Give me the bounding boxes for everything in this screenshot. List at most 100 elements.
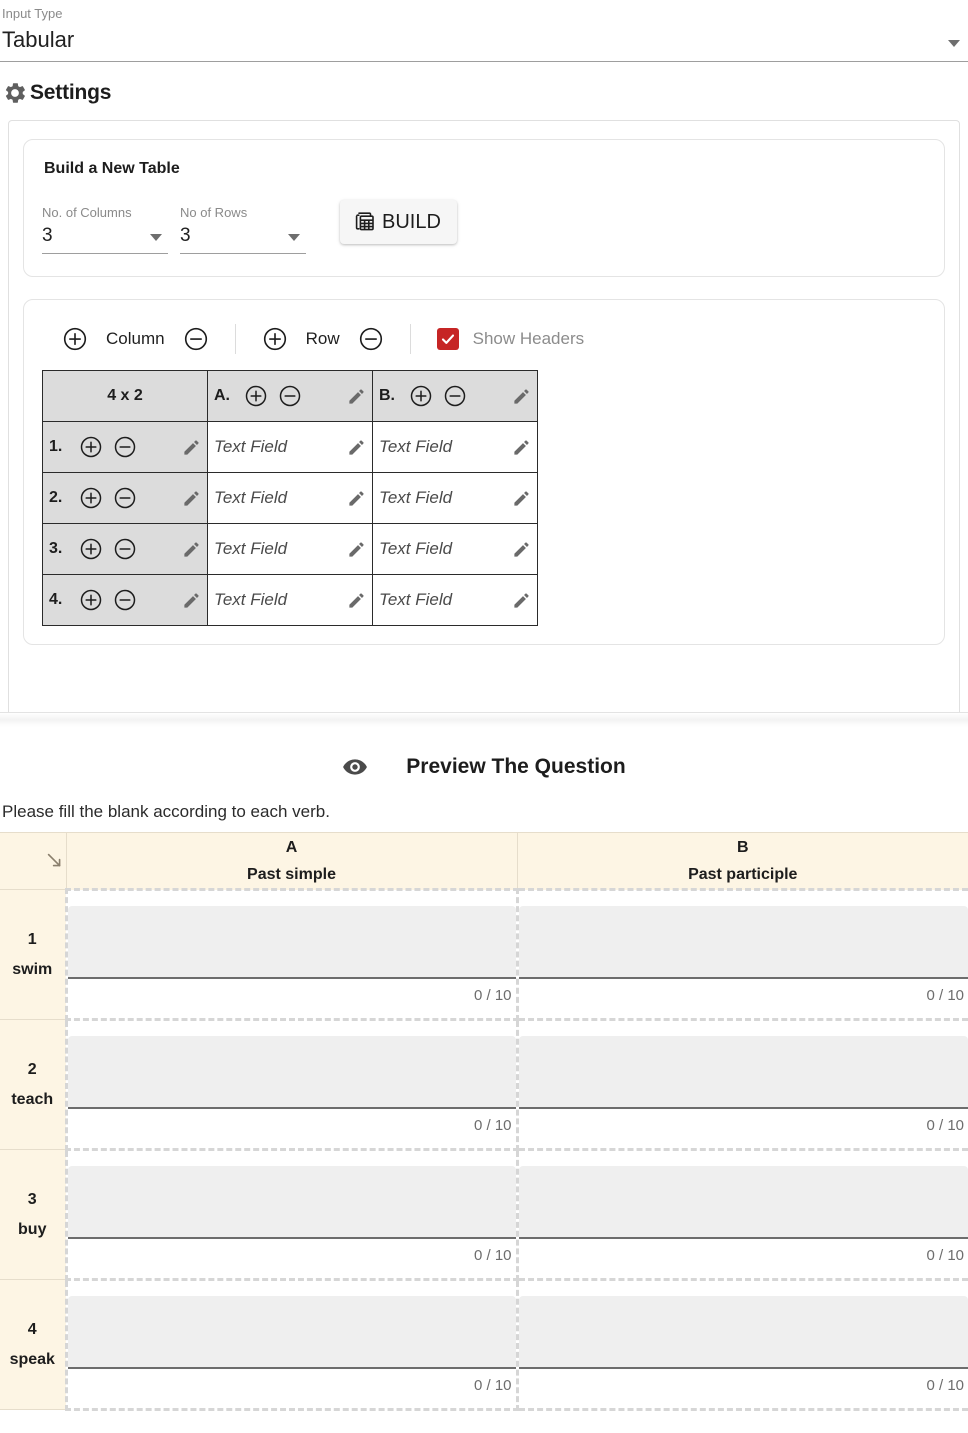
editor-row-header-1: 1.: [42, 421, 208, 473]
answer-input-2a[interactable]: [67, 1035, 516, 1109]
answer-input-4a[interactable]: [67, 1295, 516, 1369]
editor-row-number-2: 2.: [49, 489, 63, 506]
grid-editor-card: Column Row Show Headers 4 x 2 A. B. 1. T…: [23, 299, 945, 645]
edit-row-4-button[interactable]: [182, 591, 201, 610]
row-controls: Row: [236, 322, 410, 356]
remove-row-1-button[interactable]: [113, 435, 137, 459]
preview-row-number-2: 2: [27, 1060, 37, 1078]
input-type-label: Input Type: [2, 6, 63, 21]
edit-cell-4b-button[interactable]: [512, 591, 531, 610]
edit-cell-3b-button[interactable]: [512, 540, 531, 559]
edit-cell-2a-button[interactable]: [347, 489, 366, 508]
edit-cell-4a-button[interactable]: [347, 591, 366, 610]
rows-count-select[interactable]: No of Rows 3: [180, 205, 306, 254]
char-counter-2b: 0 / 10: [926, 1116, 964, 1134]
remove-row-button[interactable]: [358, 326, 384, 352]
preview-column-letter-b: B: [736, 838, 749, 856]
answer-input-4b[interactable]: [518, 1295, 968, 1369]
input-type-select[interactable]: Input Type Tabular: [0, 0, 968, 62]
answer-input-2b[interactable]: [518, 1035, 968, 1109]
remove-row-4-button[interactable]: [113, 588, 137, 612]
table-row: 1 swim 0 / 10 0 / 10: [0, 888, 968, 1021]
table-grid-icon: [353, 210, 377, 234]
add-row-2-button[interactable]: [79, 486, 103, 510]
editor-cell-4b-text: Text Field: [379, 590, 453, 609]
preview-column-header-b: B Past participle: [516, 832, 968, 890]
chevron-down-icon[interactable]: [288, 234, 300, 241]
answer-input-3a[interactable]: [67, 1165, 516, 1239]
editor-cell-3a[interactable]: Text Field: [207, 523, 373, 575]
add-row-4-button[interactable]: [79, 588, 103, 612]
remove-column-a-button[interactable]: [278, 384, 302, 408]
editor-cell-1a-text: Text Field: [214, 437, 288, 456]
remove-column-b-button[interactable]: [443, 384, 467, 408]
add-row-button[interactable]: [262, 326, 288, 352]
preview-row-header-3: 3 buy: [0, 1149, 67, 1280]
editor-row-header-4: 4.: [42, 574, 208, 626]
preview-cell-4b[interactable]: 0 / 10: [515, 1278, 968, 1411]
settings-panel: Build a New Table No. of Columns 3 No of…: [8, 120, 960, 712]
chevron-down-icon[interactable]: [150, 234, 162, 241]
show-headers-label: Show Headers: [472, 329, 585, 348]
editor-column-letter-a: A.: [214, 387, 230, 404]
edit-row-2-button[interactable]: [182, 489, 201, 508]
preview-row-number-4: 4: [27, 1320, 37, 1338]
preview-cell-1a[interactable]: 0 / 10: [64, 888, 519, 1021]
preview-header-row: A Past simple B Past participle: [0, 832, 968, 890]
columns-count-select[interactable]: No. of Columns 3: [42, 205, 168, 254]
table-row: 4 speak 0 / 10 0 / 10: [0, 1278, 968, 1411]
edit-cell-1b-button[interactable]: [512, 438, 531, 457]
edit-cell-2b-button[interactable]: [512, 489, 531, 508]
preview-cell-3a[interactable]: 0 / 10: [64, 1148, 519, 1281]
build-button[interactable]: BUILD: [340, 200, 457, 244]
arrow-down-right-icon: [44, 850, 66, 872]
build-table-card: Build a New Table No. of Columns 3 No of…: [23, 139, 945, 277]
preview-cell-2b[interactable]: 0 / 10: [515, 1018, 968, 1151]
editor-cell-4a[interactable]: Text Field: [207, 574, 373, 626]
table-row: 3. Text Field Text Field: [42, 523, 538, 575]
add-column-a-button[interactable]: [244, 384, 268, 408]
editor-cell-3a-text: Text Field: [214, 539, 288, 558]
edit-column-a-button[interactable]: [347, 387, 366, 406]
edit-row-3-button[interactable]: [182, 540, 201, 559]
preview-cell-2a[interactable]: 0 / 10: [64, 1018, 519, 1151]
edit-cell-1a-button[interactable]: [347, 438, 366, 457]
add-row-1-button[interactable]: [79, 435, 103, 459]
edit-row-1-button[interactable]: [182, 438, 201, 457]
preview-row-header-1: 1 swim: [0, 889, 67, 1020]
answer-input-1a[interactable]: [67, 905, 516, 979]
table-row: 2. Text Field Text Field: [42, 472, 538, 524]
add-row-3-button[interactable]: [79, 537, 103, 561]
answer-input-3b[interactable]: [518, 1165, 968, 1239]
editor-cell-2a[interactable]: Text Field: [207, 472, 373, 524]
answer-input-1b[interactable]: [518, 905, 968, 979]
show-headers-group[interactable]: Show Headers: [411, 328, 585, 350]
editor-cell-2b[interactable]: Text Field: [372, 472, 538, 524]
remove-column-button[interactable]: [183, 326, 209, 352]
remove-row-3-button[interactable]: [113, 537, 137, 561]
preview-cell-3b[interactable]: 0 / 10: [515, 1148, 968, 1281]
table-row: 4. Text Field Text Field: [42, 574, 538, 626]
char-counter-4a: 0 / 10: [473, 1376, 512, 1394]
edit-column-b-button[interactable]: [512, 387, 531, 406]
add-column-b-button[interactable]: [409, 384, 433, 408]
preview-cell-4a[interactable]: 0 / 10: [64, 1278, 519, 1411]
show-headers-checkbox[interactable]: [436, 328, 459, 350]
preview-cell-1b[interactable]: 0 / 10: [515, 888, 968, 1021]
char-counter-3a: 0 / 10: [473, 1246, 512, 1264]
editor-cell-3b[interactable]: Text Field: [372, 523, 538, 575]
editor-cell-1a[interactable]: Text Field: [207, 421, 373, 473]
char-counter-1b: 0 / 10: [926, 986, 964, 1004]
edit-cell-3a-button[interactable]: [347, 540, 366, 559]
editor-row-header-2: 2.: [42, 472, 208, 524]
preview-column-letter-a: A: [285, 838, 298, 856]
editor-cell-1b[interactable]: Text Field: [372, 421, 538, 473]
build-table-title: Build a New Table: [44, 160, 180, 177]
preview-title: Preview The Question: [406, 755, 626, 778]
chevron-down-icon[interactable]: [948, 40, 960, 47]
preview-row-header-2: 2 teach: [0, 1019, 67, 1150]
editor-cell-4b[interactable]: Text Field: [372, 574, 538, 626]
remove-row-2-button[interactable]: [113, 486, 137, 510]
grid-controls-bar: Column Row Show Headers: [42, 314, 926, 370]
add-column-button[interactable]: [62, 326, 88, 352]
